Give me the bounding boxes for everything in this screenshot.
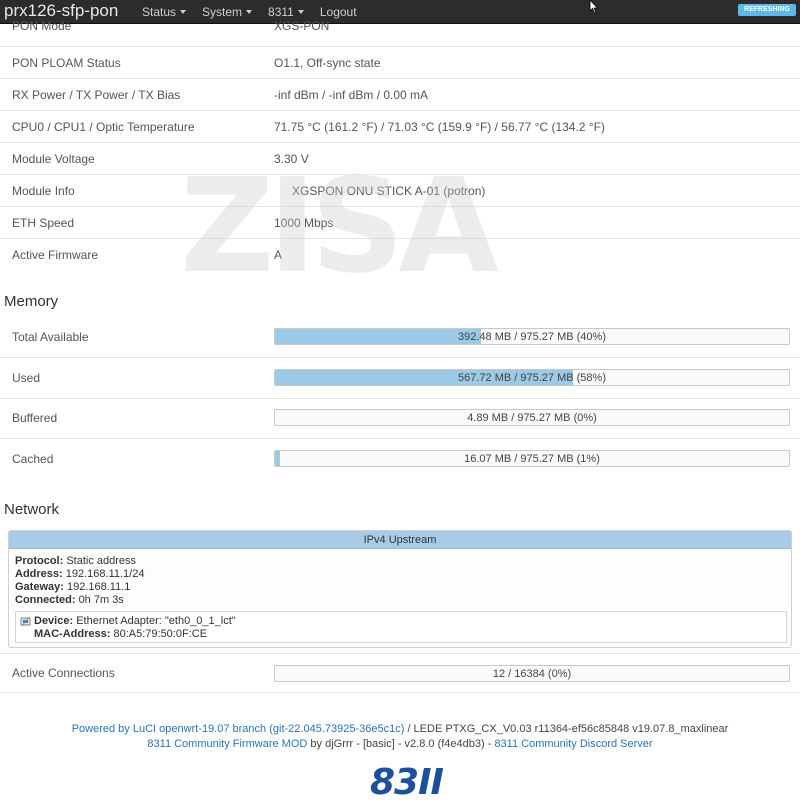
row-label: RX Power / TX Power / TX Bias	[12, 88, 181, 102]
row-label: Used	[12, 371, 41, 385]
refreshing-badge[interactable]: REFRESHING	[738, 4, 796, 16]
row-label: Module Info	[12, 184, 75, 198]
nav-8311-menu[interactable]: 8311	[268, 5, 304, 19]
memory-row-cached: Cached 16.07 MB / 975.27 MB (1%)	[0, 440, 800, 480]
status-row-voltage: Module Voltage 3.30 V	[0, 143, 800, 175]
status-row-ploam: PON PLOAM Status O1.1, Off-sync state	[0, 47, 800, 79]
row-label: Active Connections	[12, 666, 115, 680]
8311-logo: 83II	[370, 762, 444, 800]
firmware-version: - [basic] - v2.8.0 (f4e4db3) -	[353, 738, 495, 750]
discord-link[interactable]: 8311 Community Discord Server	[494, 738, 652, 750]
status-row-firmware: Active Firmware A	[0, 239, 800, 271]
memory-heading: Memory	[4, 293, 59, 310]
mouse-cursor-icon	[589, 0, 599, 14]
luci-link[interactable]: LuCI openwrt-19.07 branch	[133, 723, 266, 735]
progress-text: 4.89 MB / 975.27 MB (0%)	[467, 412, 597, 424]
status-row-temperature: CPU0 / CPU1 / Optic Temperature 71.75 °C…	[0, 111, 800, 143]
author-name: djGrrr	[325, 738, 354, 750]
nav-menu: Status System 8311 Logout	[142, 5, 373, 19]
row-value: -inf dBm / -inf dBm / 0.00 mA	[274, 88, 429, 102]
progress-text: 567.72 MB / 975.27 MB (58%)	[458, 372, 606, 384]
row-label: PON PLOAM Status	[12, 56, 121, 70]
device-text: Device: Ethernet Adapter: "eth0_0_1_lct"…	[34, 615, 236, 641]
address-value: 192.168.11.1/24	[65, 568, 145, 580]
row-label: Active Firmware	[12, 248, 99, 262]
page-footer: Powered by LuCI openwrt-19.07 branch (gi…	[0, 722, 800, 752]
nav-logout-link[interactable]: Logout	[320, 5, 357, 19]
device-label: Device:	[34, 615, 74, 627]
nav-status-label: Status	[142, 5, 177, 19]
progress-bar: 12 / 16384 (0%)	[274, 665, 790, 682]
firmware-mod-link[interactable]: 8311 Community Firmware MOD	[147, 738, 307, 750]
nav-system-menu[interactable]: System	[202, 5, 253, 19]
active-connections-row: Active Connections 12 / 16384 (0%)	[0, 653, 800, 693]
connected-value: 0h 7m 3s	[78, 594, 124, 606]
panel-title: IPv4 Upstream	[9, 531, 791, 549]
progress-text: 12 / 16384 (0%)	[492, 668, 572, 680]
footer-by: by	[307, 738, 326, 750]
row-label: Total Available	[12, 330, 89, 344]
ipv4-upstream-panel: IPv4 Upstream Protocol: Static address A…	[8, 530, 792, 648]
row-value: 1000 Mbps	[274, 216, 334, 230]
memory-row-total: Total Available 392.48 MB / 975.27 MB (4…	[0, 318, 800, 358]
row-label: Buffered	[12, 411, 58, 425]
row-value: XGSPON ONU STICK A-01 (potron)	[292, 184, 486, 198]
upstream-info: Protocol: Static address Address: 192.16…	[15, 555, 144, 607]
git-link[interactable]: (git-22.045.73925-36e5c1c)	[266, 723, 404, 735]
protocol-value: Static address	[66, 555, 137, 567]
chevron-down-icon	[246, 10, 253, 14]
lede-version: / LEDE PTXG_CX_V0.03 r11364-ef56c85848 v…	[404, 723, 729, 735]
chevron-down-icon	[297, 10, 304, 14]
connected-label: Connected:	[15, 594, 76, 606]
ethernet-port-icon	[20, 616, 31, 627]
top-navbar: prx126-sfp-pon Status System 8311 Logout…	[0, 0, 800, 24]
row-label: Cached	[12, 452, 54, 466]
row-value: 3.30 V	[274, 152, 309, 166]
brand-title[interactable]: prx126-sfp-pon	[4, 1, 118, 21]
device-value: Ethernet Adapter: "eth0_0_1_lct"	[76, 615, 236, 627]
status-row-pon-mode: PON Mode XGS-PON	[0, 19, 800, 47]
row-value: 71.75 °C (161.2 °F) / 71.03 °C (159.9 °F…	[274, 120, 605, 134]
row-value: XGS-PON	[274, 19, 330, 33]
memory-row-used: Used 567.72 MB / 975.27 MB (58%)	[0, 359, 800, 399]
device-info-box: Device: Ethernet Adapter: "eth0_0_1_lct"…	[15, 611, 787, 643]
progress-text: 16.07 MB / 975.27 MB (1%)	[464, 453, 600, 465]
nav-system-label: System	[202, 5, 243, 19]
progress-bar: 392.48 MB / 975.27 MB (40%)	[274, 328, 790, 345]
row-label: PON Mode	[12, 19, 72, 33]
nav-status-menu[interactable]: Status	[142, 5, 187, 19]
progress-bar: 567.72 MB / 975.27 MB (58%)	[274, 369, 790, 386]
status-row-eth-speed: ETH Speed 1000 Mbps	[0, 207, 800, 239]
status-row-power: RX Power / TX Power / TX Bias -inf dBm /…	[0, 79, 800, 111]
row-label: ETH Speed	[12, 216, 75, 230]
status-row-module-info: Module Info XGSPON ONU STICK A-01 (potro…	[0, 175, 800, 207]
gateway-value: 192.168.11.1	[66, 581, 131, 593]
footer-powered-by: Powered by	[71, 723, 133, 735]
nav-8311-label: 8311	[268, 5, 294, 19]
protocol-label: Protocol:	[15, 555, 64, 567]
progress-bar: 16.07 MB / 975.27 MB (1%)	[274, 450, 790, 467]
memory-row-buffered: Buffered 4.89 MB / 975.27 MB (0%)	[0, 399, 800, 439]
mac-value: 80:A5:79:50:0F:CE	[113, 628, 208, 640]
mac-label: MAC-Address:	[34, 628, 111, 640]
row-label: Module Voltage	[12, 152, 95, 166]
network-heading: Network	[4, 501, 60, 518]
progress-bar: 4.89 MB / 975.27 MB (0%)	[274, 409, 790, 426]
gateway-label: Gateway:	[15, 581, 64, 593]
address-label: Address:	[15, 568, 63, 580]
progress-text: 392.48 MB / 975.27 MB (40%)	[458, 331, 606, 343]
row-label: CPU0 / CPU1 / Optic Temperature	[12, 120, 195, 134]
chevron-down-icon	[180, 10, 187, 14]
row-value: A	[274, 248, 283, 262]
nav-logout-label: Logout	[319, 5, 357, 19]
row-value: O1.1, Off-sync state	[274, 56, 381, 70]
